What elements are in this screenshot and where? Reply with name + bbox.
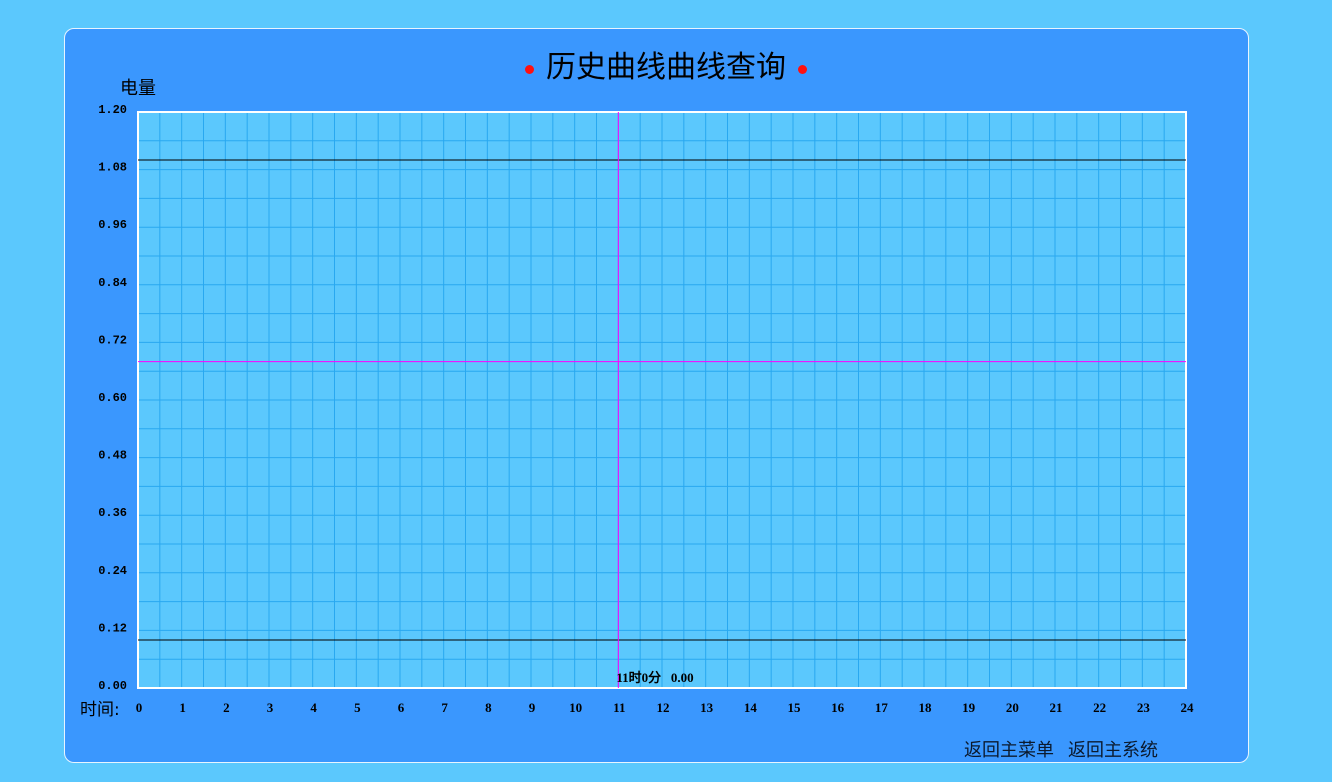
x-tick-label: 19 xyxy=(962,700,976,715)
footer-links: 返回主菜单 返回主系统 xyxy=(964,736,1172,762)
y-tick-label: 1.08 xyxy=(98,161,127,175)
x-tick-label: 11 xyxy=(613,700,625,715)
x-tick-label: 18 xyxy=(919,700,933,715)
x-tick-label: 2 xyxy=(223,700,230,715)
x-tick-label: 23 xyxy=(1137,700,1151,715)
y-tick-label: 0.12 xyxy=(98,621,127,635)
x-tick-label: 13 xyxy=(700,700,714,715)
x-tick-label: 17 xyxy=(875,700,889,715)
y-tick-label: 0.60 xyxy=(98,391,127,405)
back-to-main-menu-button[interactable]: 返回主菜单 xyxy=(964,740,1054,761)
x-tick-label: 15 xyxy=(788,700,802,715)
x-tick-label: 16 xyxy=(831,700,845,715)
x-tick-label: 6 xyxy=(398,700,405,715)
y-tick-label: 0.84 xyxy=(98,276,127,290)
y-tick-label: 0.96 xyxy=(98,218,127,232)
x-tick-label: 1 xyxy=(179,700,186,715)
x-tick-label: 3 xyxy=(267,700,274,715)
x-tick-label: 12 xyxy=(657,700,670,715)
x-tick-label: 14 xyxy=(744,700,758,715)
x-tick-label: 9 xyxy=(529,700,536,715)
x-tick-label: 21 xyxy=(1050,700,1063,715)
x-tick-label: 8 xyxy=(485,700,492,715)
x-tick-label: 7 xyxy=(441,700,448,715)
history-chart[interactable]: 0 1 2 3 4 5 6 7 8 9 10 11 12 13 14 15 16 17 18 19 20 21 22 23 24… xyxy=(0,0,1332,782)
x-tick-label: 10 xyxy=(569,700,582,715)
y-tick-label: 0.24 xyxy=(98,564,127,578)
y-tick-label: 0.48 xyxy=(98,449,127,463)
back-to-main-system-button[interactable]: 返回主系统 xyxy=(1068,740,1158,761)
x-tick-label: 0 xyxy=(136,700,143,715)
x-tick-label: 24 xyxy=(1181,700,1195,715)
y-tick-label: 1.20 xyxy=(98,103,127,117)
x-tick-label: 5 xyxy=(354,700,361,715)
cursor-readout: 11时0分 0.00 xyxy=(616,670,693,685)
x-tick-label: 20 xyxy=(1006,700,1019,715)
y-tick-label: 0.72 xyxy=(98,333,127,347)
x-tick-label: 4 xyxy=(310,700,317,715)
x-tick-label: 22 xyxy=(1093,700,1106,715)
y-tick-label: 0.36 xyxy=(98,506,127,520)
y-tick-label: 0.00 xyxy=(98,679,127,693)
